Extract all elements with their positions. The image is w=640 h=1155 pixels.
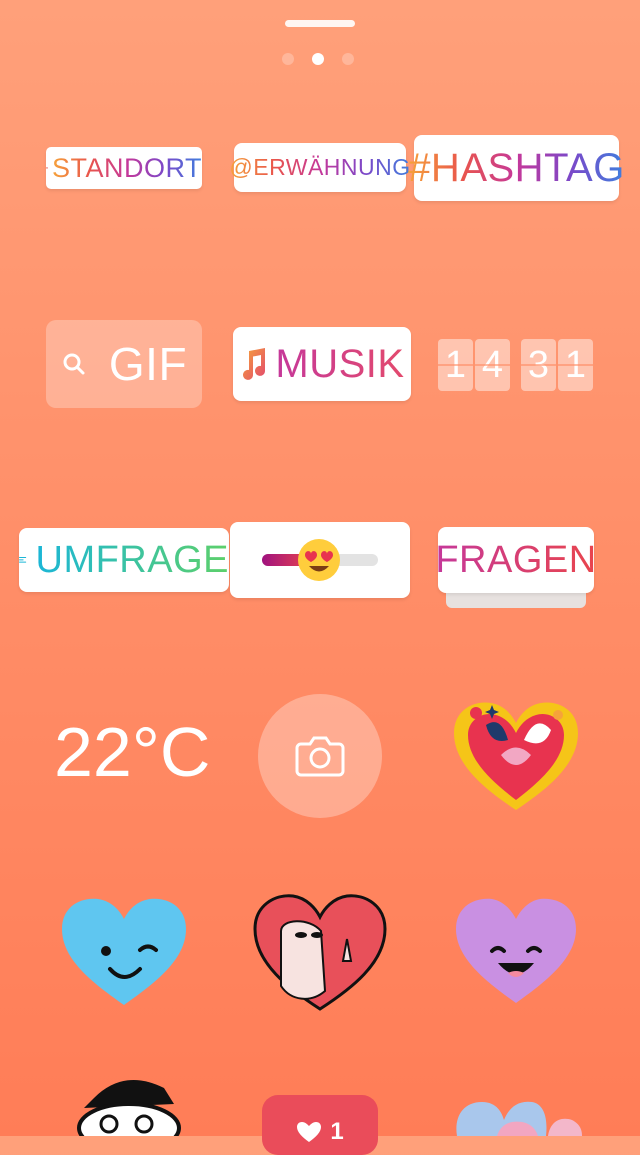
camera-icon [295, 736, 345, 777]
heart-icon [297, 1122, 322, 1142]
countdown-digit: 4 [475, 339, 510, 391]
like-count: 1 [330, 1118, 344, 1145]
hashtag-label: #HASHTAG [408, 145, 625, 190]
gif-search-sticker[interactable]: GIF [46, 320, 202, 408]
smiling-purple-heart-sticker[interactable] [452, 893, 580, 1009]
gif-label: GIF [108, 338, 188, 390]
mention-sticker[interactable]: @ERWÄHNUNG [229, 143, 410, 192]
location-pin-icon [46, 167, 48, 169]
music-label: MUSIK [275, 341, 405, 386]
standort-label: STANDORT [51, 152, 202, 183]
emoji-slider-sticker[interactable] [230, 522, 410, 598]
countdown-digit: 3 [521, 339, 556, 391]
music-sticker[interactable]: MUSIK [233, 327, 411, 401]
sheet-handle[interactable] [285, 20, 355, 27]
page-dots [282, 53, 362, 67]
mention-label: @ERWÄHNUNG [229, 154, 411, 180]
camera-selfie-sticker[interactable] [258, 694, 382, 818]
hashtag-sticker[interactable]: #HASHTAG [408, 135, 624, 201]
countdown-sticker[interactable]: 1 4 3 1 [438, 337, 598, 393]
pastel-hearts-sticker[interactable] [452, 1098, 582, 1136]
hat-character-sticker[interactable] [64, 1068, 194, 1136]
page-dot[interactable] [282, 53, 294, 65]
decorative-heart-sticker[interactable] [446, 695, 586, 815]
search-icon [63, 353, 85, 375]
questions-sticker[interactable]: FRAGEN [435, 527, 597, 593]
countdown-digit: 1 [558, 339, 593, 391]
music-note-icon [243, 348, 266, 380]
questions-label: FRAGEN [435, 538, 597, 581]
poll-label: UMFRAGE [35, 538, 229, 581]
poll-lines-icon [19, 557, 27, 563]
temperature-sticker[interactable]: 22°C [54, 712, 210, 792]
page-dot-active[interactable] [312, 53, 324, 65]
poll-sticker[interactable]: UMFRAGE [19, 528, 229, 592]
heart-eyes-emoji-icon[interactable] [296, 537, 342, 583]
standort-sticker[interactable]: STANDORT [46, 147, 202, 189]
page-dot[interactable] [342, 53, 354, 65]
winking-blue-heart-sticker[interactable] [58, 893, 190, 1011]
countdown-digit: 1 [438, 339, 473, 391]
character-heart-sticker[interactable] [251, 891, 389, 1013]
like-counter-sticker[interactable]: 1 [262, 1095, 378, 1155]
